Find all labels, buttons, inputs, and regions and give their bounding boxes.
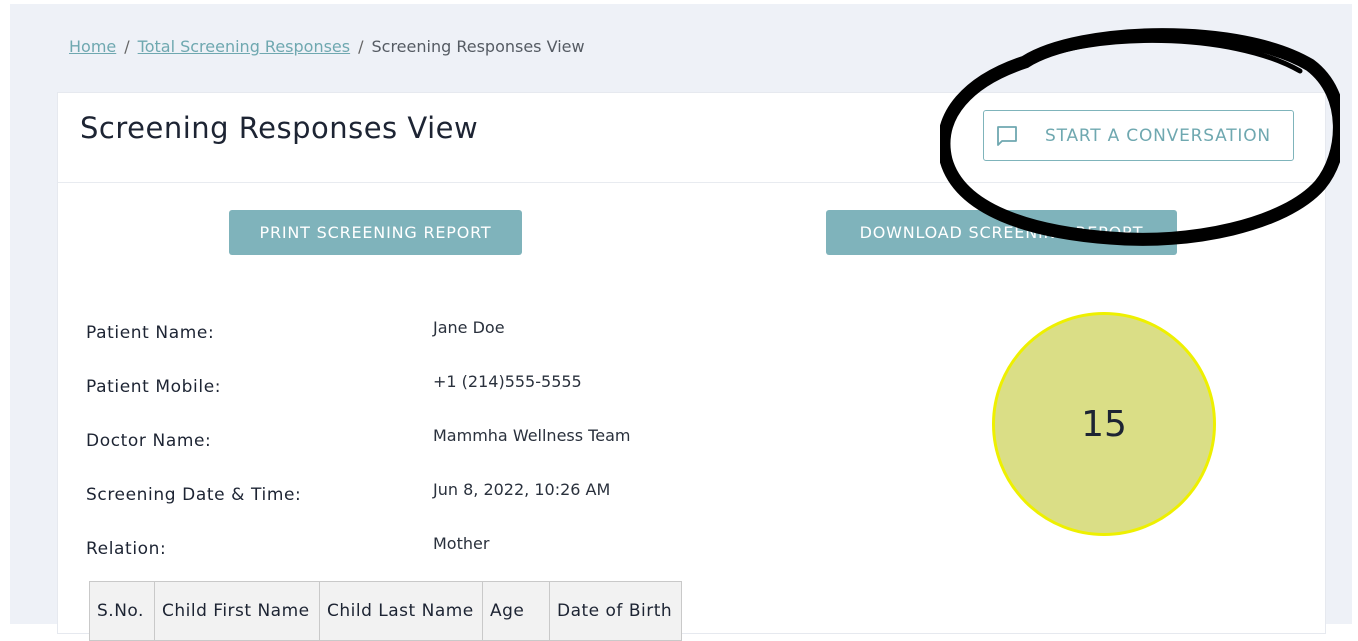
patient-mobile-value: +1 (214)555-5555 — [433, 372, 582, 391]
screening-date-label: Screening Date & Time: — [86, 485, 302, 505]
breadcrumb-current: Screening Responses View — [371, 37, 585, 56]
column-header-child-first-name: Child First Name — [154, 581, 320, 641]
chat-bubble-icon — [995, 124, 1019, 148]
children-table-header-row: S.No. Child First Name Child Last Name A… — [89, 581, 682, 641]
breadcrumb-separator: / — [124, 37, 130, 56]
children-table: S.No. Child First Name Child Last Name A… — [89, 581, 682, 641]
column-header-sno: S.No. — [89, 581, 155, 641]
download-report-button[interactable]: DOWNLOAD SCREENING REPORT — [826, 210, 1177, 255]
doctor-name-label: Doctor Name: — [86, 431, 212, 451]
card-header: Screening Responses View START A CONVERS… — [58, 93, 1325, 183]
relation-value: Mother — [433, 534, 490, 553]
patient-name-value: Jane Doe — [433, 318, 505, 337]
column-header-age: Age — [482, 581, 550, 641]
column-header-date-of-birth: Date of Birth — [549, 581, 682, 641]
patient-mobile-label: Patient Mobile: — [86, 377, 222, 397]
breadcrumb-total-responses-link[interactable]: Total Screening Responses — [138, 37, 350, 56]
screening-date-value: Jun 8, 2022, 10:26 AM — [433, 480, 611, 499]
doctor-name-value: Mammha Wellness Team — [433, 426, 631, 445]
breadcrumb: Home / Total Screening Responses / Screening… — [69, 37, 585, 56]
breadcrumb-home-link[interactable]: Home — [69, 37, 116, 56]
patient-name-label: Patient Name: — [86, 323, 215, 343]
screening-card: Screening Responses View START A CONVERS… — [57, 92, 1326, 641]
page-title: Screening Responses View — [80, 111, 479, 145]
start-conversation-label: START A CONVERSATION — [1045, 125, 1271, 146]
print-report-button[interactable]: PRINT SCREENING REPORT — [229, 210, 522, 255]
screening-score-badge: 15 — [992, 312, 1216, 536]
column-header-child-last-name: Child Last Name — [319, 581, 483, 641]
breadcrumb-separator: / — [358, 37, 364, 56]
relation-label: Relation: — [86, 539, 167, 559]
start-conversation-button[interactable]: START A CONVERSATION — [983, 110, 1294, 161]
